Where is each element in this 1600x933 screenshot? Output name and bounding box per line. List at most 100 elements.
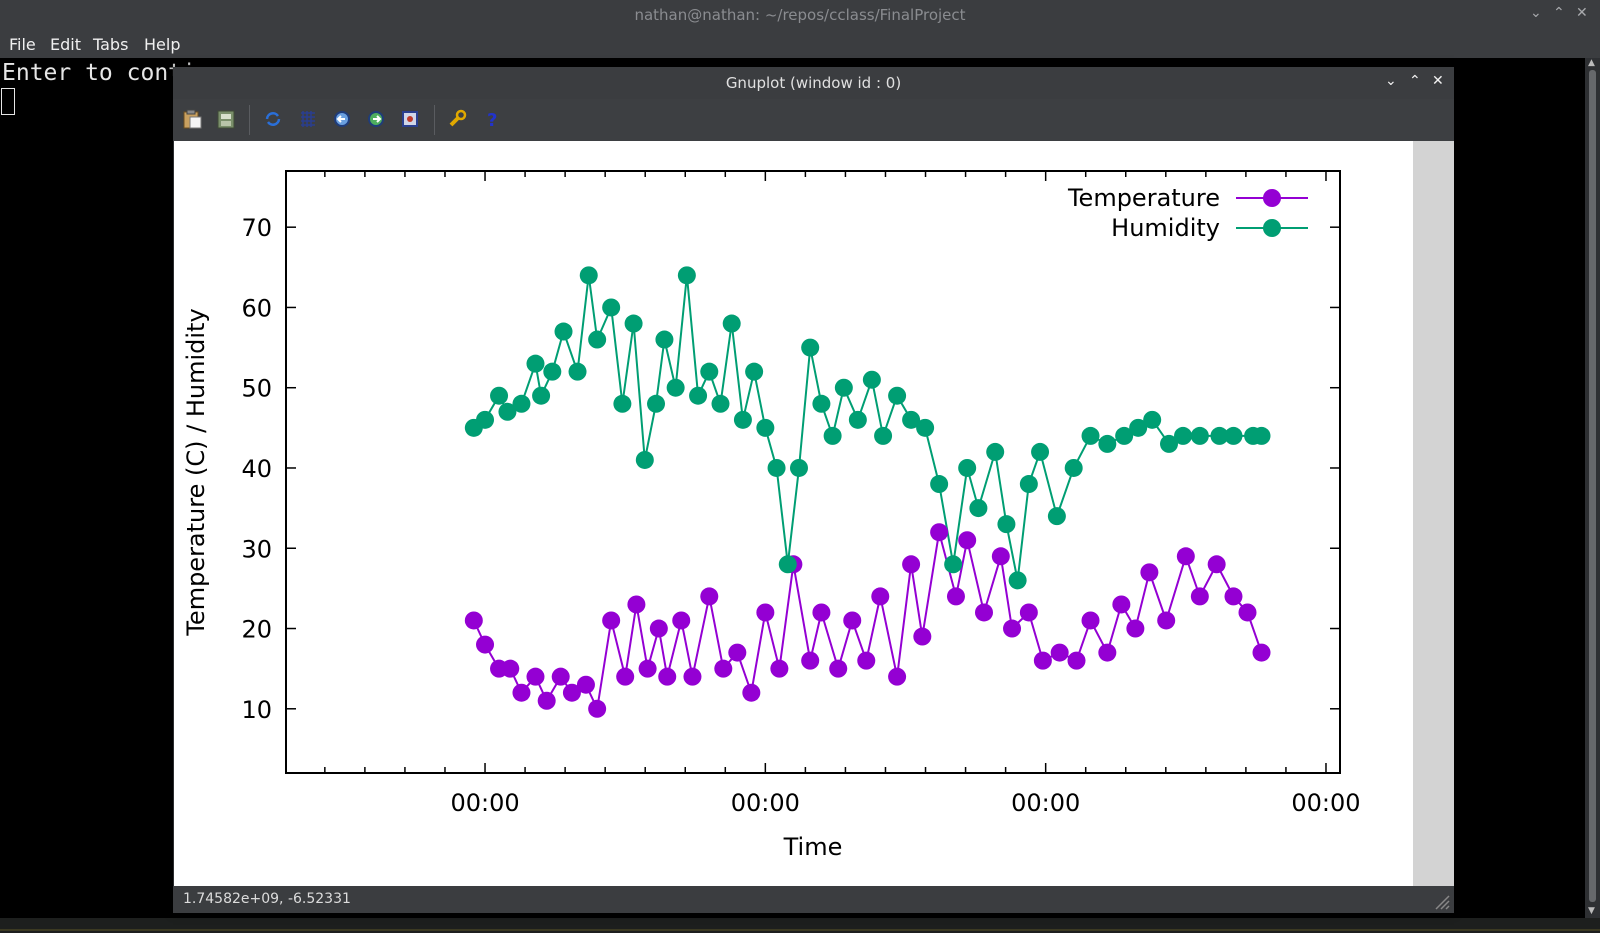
data-point-humidity [655,330,674,349]
terminal-scrollbar[interactable]: ▲ ▼ [1585,58,1600,918]
data-point-humidity [1064,458,1083,477]
toolbar-separator [434,105,435,135]
data-point-humidity [677,266,696,285]
autoscale-icon[interactable] [399,108,421,130]
y-tick-label: 40 [241,455,272,483]
data-point-humidity [613,394,632,413]
legend-marker-humidity [1263,219,1281,237]
data-point-temperature [871,587,890,606]
data-point-temperature [1081,611,1100,630]
data-point-humidity [733,410,752,429]
minimize-icon[interactable]: ⌄ [1385,73,1397,89]
close-icon[interactable]: ✕ [1432,73,1444,89]
y-tick-label: 20 [241,616,272,644]
scrollbar-thumb[interactable] [1589,70,1596,902]
help-icon[interactable]: ? [481,108,503,130]
data-point-humidity [579,266,598,285]
data-point-temperature [1112,595,1131,614]
x-tick-label: 00:00 [1011,789,1080,817]
data-point-humidity [1047,507,1066,526]
toolbar-separator [249,105,250,135]
data-point-temperature [974,603,993,622]
scroll-down-icon[interactable]: ▼ [1588,906,1595,916]
x-tick-label: 00:00 [1291,789,1360,817]
y-tick-label: 70 [241,214,272,242]
data-point-humidity [635,450,654,469]
data-point-humidity [602,298,621,317]
data-point-temperature [1190,587,1209,606]
data-point-humidity [944,555,963,574]
terminal-title: nathan@nathan: ~/repos/cclass/FinalProje… [634,6,966,24]
legend-label-humidity: Humidity [1111,214,1220,242]
legend-marker-temperature [1263,189,1281,207]
data-point-humidity [823,426,842,445]
menu-edit[interactable]: Edit [50,35,81,54]
y-axis-label: Temperature (C) / Humidity [182,308,210,636]
data-point-temperature [1238,603,1257,622]
print-icon[interactable] [215,108,237,130]
data-point-humidity [647,394,666,413]
menu-help[interactable]: Help [144,35,180,54]
data-point-humidity [812,394,831,413]
data-point-temperature [526,667,545,686]
data-point-humidity [588,330,607,349]
data-point-humidity [848,410,867,429]
data-point-humidity [1081,426,1100,445]
gnuplot-titlebar[interactable]: Gnuplot (window id : 0) ⌄ ⌃ ✕ [173,67,1454,99]
data-point-humidity [700,362,719,381]
data-point-temperature [1224,587,1243,606]
plot-area[interactable]: 10 20 30 40 50 60 70 00:00 00:00 00:00 00:00 Temp… [174,141,1413,886]
maximize-icon[interactable]: ⌃ [1409,73,1421,89]
data-point-temperature [946,587,965,606]
y-tick-label: 50 [241,375,272,403]
close-icon[interactable]: ✕ [1576,5,1588,21]
data-point-temperature [576,675,595,694]
data-point-humidity [1190,426,1209,445]
plot-border [285,170,1341,774]
replot-icon[interactable] [262,108,284,130]
terminal-cursor [1,88,15,115]
wrench-icon[interactable] [447,108,469,130]
y-tick-label: 30 [241,535,272,563]
data-point-temperature [638,659,657,678]
resize-grip-icon[interactable] [1432,892,1450,910]
data-point-temperature [1252,643,1271,662]
scroll-up-icon[interactable]: ▲ [1588,58,1595,68]
terminal-menubar: File Edit Tabs Help [0,30,1600,58]
data-point-humidity [958,458,977,477]
menu-tabs[interactable]: Tabs [93,35,128,54]
previous-zoom-icon[interactable] [331,108,353,130]
data-point-temperature [857,651,876,670]
data-point-humidity [568,362,587,381]
data-point-humidity [1008,571,1027,590]
data-point-humidity [543,362,562,381]
data-point-humidity [476,410,495,429]
data-point-temperature [658,667,677,686]
x-tick-label: 00:00 [450,789,519,817]
data-point-humidity [888,386,907,405]
maximize-icon[interactable]: ⌃ [1553,5,1565,21]
data-point-temperature [902,555,921,574]
data-point-humidity [874,426,893,445]
chart[interactable]: 10 20 30 40 50 60 70 00:00 00:00 00:00 00:00 Temp… [174,141,1413,886]
minimize-icon[interactable]: ⌄ [1530,5,1542,21]
data-point-temperature [770,659,789,678]
data-point-temperature [742,683,761,702]
terminal-titlebar: nathan@nathan: ~/repos/cclass/FinalProje… [0,0,1600,30]
gnuplot-title: Gnuplot (window id : 0) [725,74,902,92]
grid-icon[interactable] [297,108,319,130]
plot-side-panel [1413,141,1454,886]
data-point-temperature [812,603,831,622]
menu-file[interactable]: File [9,35,36,54]
data-point-temperature [714,659,733,678]
next-zoom-icon[interactable] [365,108,387,130]
copy-to-clipboard-icon[interactable] [181,108,203,130]
data-point-temperature [930,523,949,542]
data-point-temperature [649,619,668,638]
data-point-temperature [1033,651,1052,670]
data-point-humidity [1224,426,1243,445]
data-point-humidity [745,362,764,381]
data-point-humidity [1019,475,1038,494]
data-point-humidity [969,499,988,518]
data-point-temperature [958,531,977,550]
